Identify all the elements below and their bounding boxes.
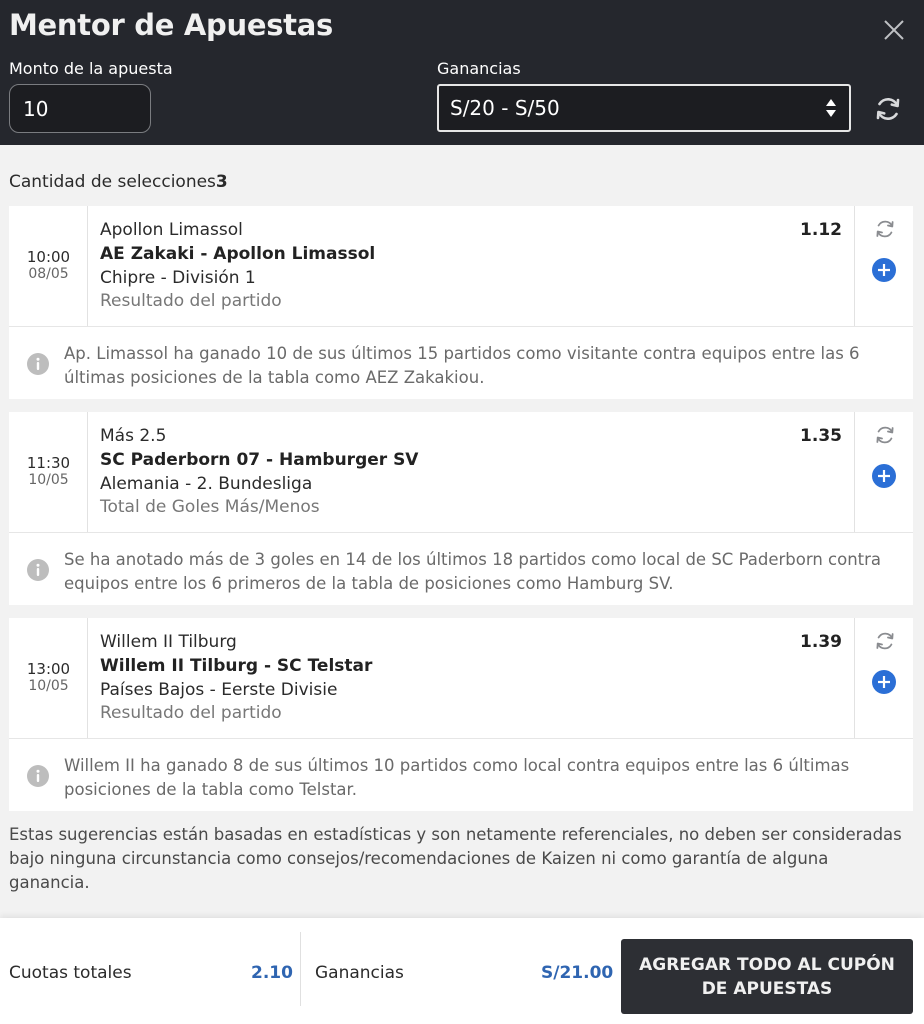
- page-title: Mentor de Apuestas: [9, 8, 333, 42]
- bet-market: Total de Goles Más/Menos: [100, 497, 320, 517]
- bet-market: Resultado del partido: [100, 703, 282, 723]
- bet-odd: 1.12: [800, 220, 842, 240]
- gain-select[interactable]: S/20 - S/50: [437, 84, 851, 132]
- bet-actions: [856, 206, 913, 326]
- bet-market: Resultado del partido: [100, 291, 282, 311]
- bet-card: 10:00 08/05 Apollon Limassol AE Zakaki -…: [9, 206, 913, 399]
- bet-match: Willem II Tilburg - SC Telstar: [100, 656, 373, 676]
- bet-time: 13:00: [26, 660, 71, 678]
- sort-arrows-icon: [826, 99, 836, 117]
- bet-league: Chipre - División 1: [100, 268, 256, 288]
- bet-time-column: 13:00 10/05: [9, 618, 88, 738]
- header: Mentor de Apuestas Monto de la apuesta G…: [0, 0, 924, 145]
- info-icon: [27, 559, 49, 581]
- bet-actions: [856, 618, 913, 738]
- selection-count-label: Cantidad de selecciones: [9, 172, 216, 192]
- bet-tip-text: Se ha anotado más de 3 goles en 14 de lo…: [64, 550, 882, 593]
- amount-input[interactable]: [9, 84, 151, 133]
- total-gain-value: S/21.00: [541, 963, 614, 983]
- bet-time: 10:00: [26, 248, 71, 266]
- amount-label: Monto de la apuesta: [9, 59, 173, 78]
- bet-tip: Willem II ha ganado 8 de sus últimos 10 …: [9, 738, 913, 811]
- bet-tip-text: Willem II ha ganado 8 de sus últimos 10 …: [64, 756, 850, 799]
- bet-match: AE Zakaki - Apollon Limassol: [100, 244, 376, 264]
- swap-icon[interactable]: [874, 630, 896, 652]
- gain-label: Ganancias: [437, 59, 521, 78]
- bet-actions: [856, 412, 913, 532]
- selection-count: Cantidad de selecciones3: [9, 172, 228, 192]
- refresh-icon[interactable]: [873, 94, 903, 124]
- add-all-to-coupon-button[interactable]: AGREGAR TODO AL CUPÓN DE APUESTAS: [621, 939, 913, 1014]
- footer: Cuotas totales 2.10 Ganancias S/21.00 AG…: [0, 918, 924, 1024]
- plus-circle-icon[interactable]: [872, 464, 896, 488]
- bet-tip: Se ha anotado más de 3 goles en 14 de lo…: [9, 532, 913, 605]
- plus-circle-icon[interactable]: [872, 670, 896, 694]
- bet-league: Países Bajos - Eerste Divisie: [100, 680, 338, 700]
- bet-card-main: 11:30 10/05 Más 2.5 SC Paderborn 07 - Ha…: [9, 412, 913, 532]
- swap-icon[interactable]: [874, 424, 896, 446]
- bet-selection: Willem II Tilburg: [100, 632, 237, 652]
- bet-date: 08/05: [28, 266, 69, 282]
- bet-time-column: 11:30 10/05: [9, 412, 88, 532]
- bet-odd: 1.35: [800, 426, 842, 446]
- disclaimer: Estas sugerencias están basadas en estad…: [9, 825, 902, 892]
- bet-time-column: 10:00 08/05: [9, 206, 88, 326]
- bet-match: SC Paderborn 07 - Hamburger SV: [100, 450, 419, 470]
- total-odds-value: 2.10: [251, 963, 293, 983]
- bet-odd: 1.39: [800, 632, 842, 652]
- bet-selection: Apollon Limassol: [100, 220, 243, 240]
- bet-date: 10/05: [28, 678, 69, 694]
- bet-tip: Ap. Limassol ha ganado 10 de sus últimos…: [9, 326, 913, 399]
- bet-info: Willem II Tilburg Willem II Tilburg - SC…: [89, 618, 855, 738]
- bet-card: 11:30 10/05 Más 2.5 SC Paderborn 07 - Ha…: [9, 412, 913, 605]
- gain-select-value: S/20 - S/50: [450, 96, 560, 120]
- bet-info: Apollon Limassol AE Zakaki - Apollon Lim…: [89, 206, 855, 326]
- bet-tip-text: Ap. Limassol ha ganado 10 de sus últimos…: [64, 344, 860, 387]
- total-gain-label: Ganancias: [315, 963, 404, 983]
- bet-date: 10/05: [28, 472, 69, 488]
- bet-league: Alemania - 2. Bundesliga: [100, 474, 313, 494]
- selection-count-value: 3: [215, 172, 228, 192]
- swap-icon[interactable]: [874, 218, 896, 240]
- bet-time: 11:30: [26, 454, 71, 472]
- info-icon: [27, 353, 49, 375]
- bet-card-main: 10:00 08/05 Apollon Limassol AE Zakaki -…: [9, 206, 913, 326]
- close-icon[interactable]: [880, 16, 908, 44]
- info-icon: [27, 765, 49, 787]
- bet-info: Más 2.5 SC Paderborn 07 - Hamburger SV A…: [89, 412, 855, 532]
- bet-card: 13:00 10/05 Willem II Tilburg Willem II …: [9, 618, 913, 811]
- footer-divider: [300, 932, 301, 1006]
- total-odds-label: Cuotas totales: [9, 963, 132, 983]
- bet-selection: Más 2.5: [100, 426, 167, 446]
- plus-circle-icon[interactable]: [872, 258, 896, 282]
- bet-card-main: 13:00 10/05 Willem II Tilburg Willem II …: [9, 618, 913, 738]
